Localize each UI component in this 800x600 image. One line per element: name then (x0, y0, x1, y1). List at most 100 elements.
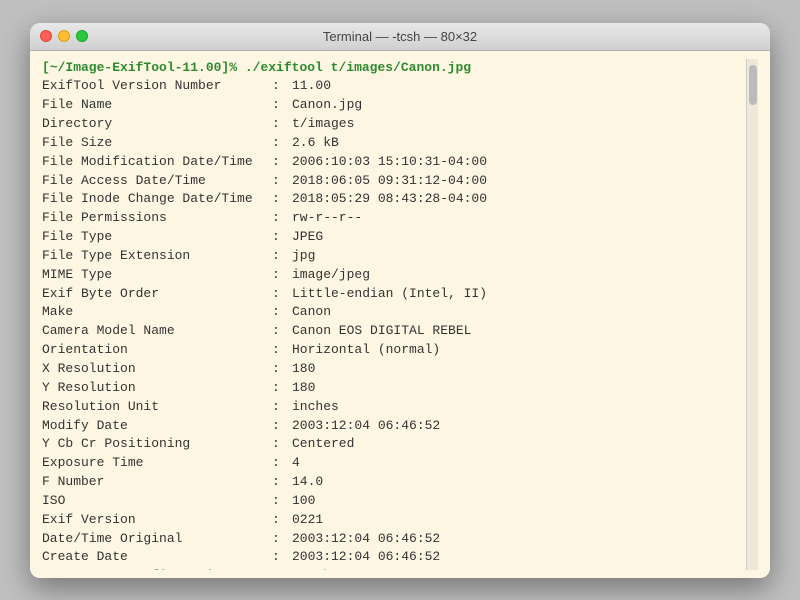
field-value: 4 (292, 454, 300, 473)
field-value: Horizontal (normal) (292, 341, 440, 360)
field-separator: : (272, 492, 292, 511)
field-name: Exif Byte Order (42, 285, 272, 304)
field-name: File Access Date/Time (42, 172, 272, 191)
table-row: Exif Byte Order : Little-endian (Intel, … (42, 285, 746, 304)
field-separator: : (272, 454, 292, 473)
table-row: File Permissions : rw-r--r-- (42, 209, 746, 228)
field-name: F Number (42, 473, 272, 492)
field-name: Exif Version (42, 511, 272, 530)
table-row: X Resolution : 180 (42, 360, 746, 379)
field-value: image/jpeg (292, 266, 370, 285)
field-separator: : (272, 247, 292, 266)
minimize-button[interactable] (58, 30, 70, 42)
field-name: File Type (42, 228, 272, 247)
field-separator: : (272, 511, 292, 530)
field-value: Centered (292, 435, 354, 454)
field-name: File Size (42, 134, 272, 153)
field-name: File Inode Change Date/Time (42, 190, 272, 209)
field-separator: : (272, 134, 292, 153)
field-separator: : (272, 228, 292, 247)
field-value: 2003:12:04 06:46:52 (292, 548, 440, 567)
field-separator: : (272, 285, 292, 304)
field-separator: : (272, 417, 292, 436)
scrollbar-track[interactable] (746, 59, 758, 570)
table-row: File Name : Canon.jpg (42, 96, 746, 115)
field-name: Make (42, 303, 272, 322)
field-separator: : (272, 115, 292, 134)
field-separator: : (272, 360, 292, 379)
field-value: 0221 (292, 511, 323, 530)
field-name: Create Date (42, 548, 272, 567)
field-separator: : (272, 153, 292, 172)
field-separator: : (272, 548, 292, 567)
field-name: Resolution Unit (42, 398, 272, 417)
field-name: MIME Type (42, 266, 272, 285)
window-title: Terminal — -tcsh — 80×32 (323, 29, 477, 44)
prompt-text: [~/Image-ExifTool-11.00]% (42, 60, 237, 75)
field-value: 2.6 kB (292, 134, 339, 153)
field-value: t/images (292, 115, 354, 134)
field-value: rw-r--r-- (292, 209, 362, 228)
field-name: Y Resolution (42, 379, 272, 398)
field-name: Directory (42, 115, 272, 134)
maximize-button[interactable] (76, 30, 88, 42)
field-separator: : (272, 567, 292, 569)
field-value: 180 (292, 360, 315, 379)
field-name: File Type Extension (42, 247, 272, 266)
field-value: Canon EOS DIGITAL REBEL (292, 322, 471, 341)
field-name: Orientation (42, 341, 272, 360)
field-name: Camera Model Name (42, 322, 272, 341)
field-value: 2018:05:29 08:43:28-04:00 (292, 190, 487, 209)
field-separator: : (272, 172, 292, 191)
field-separator: : (272, 303, 292, 322)
terminal-window: Terminal — -tcsh — 80×32 [~/Image-ExifTo… (30, 23, 770, 578)
table-row: File Type Extension : jpg (42, 247, 746, 266)
field-value: Y, Cb, Cr, - (292, 567, 386, 569)
field-value: 2018:06:05 09:31:12-04:00 (292, 172, 487, 191)
field-separator: : (272, 266, 292, 285)
table-row: File Access Date/Time : 2018:06:05 09:31… (42, 172, 746, 191)
table-row: Resolution Unit : inches (42, 398, 746, 417)
field-separator: : (272, 435, 292, 454)
field-name: File Name (42, 96, 272, 115)
field-value: Canon (292, 303, 331, 322)
field-separator: : (272, 473, 292, 492)
table-row: Components Configuration : Y, Cb, Cr, - (42, 567, 746, 569)
field-name: Y Cb Cr Positioning (42, 435, 272, 454)
titlebar: Terminal — -tcsh — 80×32 (30, 23, 770, 51)
table-row: File Size : 2.6 kB (42, 134, 746, 153)
close-button[interactable] (40, 30, 52, 42)
terminal-content[interactable]: [~/Image-ExifTool-11.00]% ./exiftool t/i… (42, 59, 746, 570)
field-name: ISO (42, 492, 272, 511)
field-separator: : (272, 379, 292, 398)
field-separator: : (272, 398, 292, 417)
terminal-body: [~/Image-ExifTool-11.00]% ./exiftool t/i… (30, 51, 770, 578)
table-row: Create Date : 2003:12:04 06:46:52 (42, 548, 746, 567)
table-row: Modify Date : 2003:12:04 06:46:52 (42, 417, 746, 436)
table-row: File Type : JPEG (42, 228, 746, 247)
field-value: JPEG (292, 228, 323, 247)
field-value: 11.00 (292, 77, 331, 96)
table-row: Exif Version : 0221 (42, 511, 746, 530)
table-row: Date/Time Original : 2003:12:04 06:46:52 (42, 530, 746, 549)
field-value: 2003:12:04 06:46:52 (292, 417, 440, 436)
field-name: File Permissions (42, 209, 272, 228)
scrollbar-thumb[interactable] (749, 65, 757, 105)
table-row: Y Resolution : 180 (42, 379, 746, 398)
field-name: File Modification Date/Time (42, 153, 272, 172)
table-row: ISO : 100 (42, 492, 746, 511)
table-row: Directory : t/images (42, 115, 746, 134)
field-value: jpg (292, 247, 315, 266)
field-value: 14.0 (292, 473, 323, 492)
table-row: F Number : 14.0 (42, 473, 746, 492)
field-separator: : (272, 322, 292, 341)
traffic-lights (40, 30, 88, 42)
table-row: ExifTool Version Number : 11.00 (42, 77, 746, 96)
field-name: Date/Time Original (42, 530, 272, 549)
table-row: Exposure Time : 4 (42, 454, 746, 473)
field-separator: : (272, 341, 292, 360)
field-name: Exposure Time (42, 454, 272, 473)
table-row: File Inode Change Date/Time : 2018:05:29… (42, 190, 746, 209)
field-separator: : (272, 77, 292, 96)
command-text: ./exiftool t/images/Canon.jpg (237, 60, 471, 75)
